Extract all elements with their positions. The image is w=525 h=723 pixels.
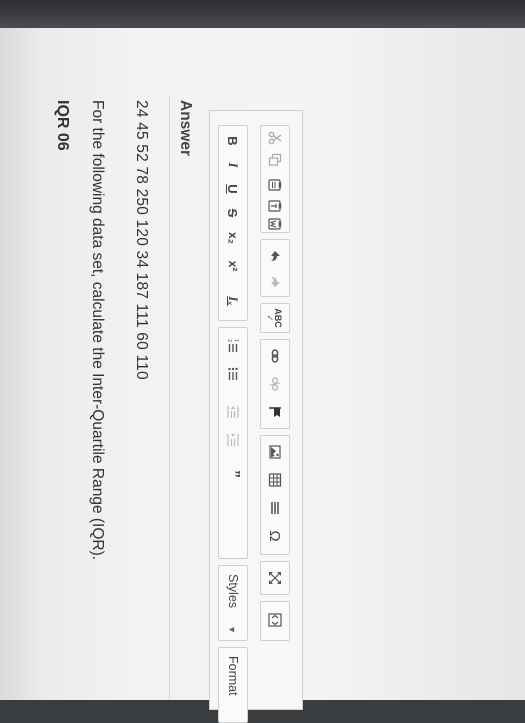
- question-prompt: For the following data set, calculate th…: [89, 100, 106, 561]
- remove-format-button[interactable]: Iₓ: [221, 288, 245, 314]
- spellcheck-label: ABC: [273, 308, 284, 328]
- svg-text:1: 1: [233, 339, 239, 342]
- chevron-down-icon: ▼: [227, 625, 237, 634]
- answer-label: Answer: [177, 100, 194, 156]
- table-icon[interactable]: [263, 468, 287, 492]
- special-character-icon[interactable]: Ω: [263, 524, 287, 548]
- spellcheck-icon[interactable]: ABC ✓: [263, 306, 287, 330]
- question-page: IQR 06 For the following data set, calcu…: [0, 0, 525, 723]
- undo-icon[interactable]: [263, 244, 287, 268]
- increase-indent-icon[interactable]: [221, 428, 245, 452]
- question-title: IQR 06: [54, 100, 71, 151]
- format-dropdown[interactable]: Format: [218, 647, 248, 723]
- data-set-values: 24 45 52 78 250 120 34 187 111 60 110: [133, 100, 150, 380]
- horizontal-line-icon[interactable]: [263, 496, 287, 520]
- svg-text:2: 2: [226, 339, 232, 342]
- superscript-button[interactable]: x²: [221, 254, 245, 278]
- source-group: [260, 601, 290, 641]
- subscript-button[interactable]: x₂: [221, 226, 245, 250]
- decrease-indent-icon[interactable]: [221, 400, 245, 424]
- maximize-group: [260, 561, 290, 595]
- toolbar-row-2: B I U S x₂ x² Iₓ 12 ” Styles ▼ Format: [214, 111, 254, 723]
- clipboard-group: [260, 125, 290, 233]
- unlink-icon[interactable]: [263, 372, 287, 396]
- toolbar-row-1: ABC ✓ Ω: [256, 111, 296, 711]
- strikethrough-button[interactable]: S: [221, 202, 245, 224]
- underline-button[interactable]: U: [221, 178, 245, 200]
- insert-group: Ω: [260, 435, 290, 555]
- anchor-flag-icon[interactable]: [263, 400, 287, 424]
- undo-redo-group: [260, 239, 290, 297]
- bulleted-list-icon[interactable]: [221, 362, 245, 386]
- numbered-list-icon[interactable]: 12: [221, 334, 245, 358]
- maximize-icon[interactable]: [263, 566, 287, 590]
- divider: [169, 96, 170, 700]
- paste-text-icon[interactable]: [263, 198, 287, 214]
- format-dropdown-label: Format: [226, 656, 240, 696]
- styles-dropdown-label: Styles: [226, 574, 240, 609]
- link-icon[interactable]: [263, 344, 287, 368]
- spellcheck-group: ABC ✓: [260, 303, 290, 333]
- italic-button[interactable]: I: [221, 154, 245, 176]
- redo-icon[interactable]: [263, 270, 287, 294]
- paste-icon[interactable]: [263, 174, 287, 196]
- blockquote-icon[interactable]: ”: [221, 462, 245, 486]
- rich-text-editor-toolbar: ABC ✓ Ω B I U S x₂ x² Iₓ 1 2 ” Styles ▼ …: [209, 110, 303, 723]
- image-icon[interactable]: [263, 440, 287, 464]
- source-icon[interactable]: [263, 608, 287, 632]
- cut-icon[interactable]: [263, 128, 287, 148]
- copy-icon[interactable]: [263, 150, 287, 170]
- paragraph-group: 12 ”: [218, 327, 248, 559]
- styles-dropdown[interactable]: Styles ▼: [218, 565, 248, 641]
- basic-styles-group: B I U S x₂ x² Iₓ: [218, 125, 248, 321]
- paste-word-icon[interactable]: [263, 216, 287, 232]
- link-group: [260, 339, 290, 429]
- bold-button[interactable]: B: [221, 130, 245, 152]
